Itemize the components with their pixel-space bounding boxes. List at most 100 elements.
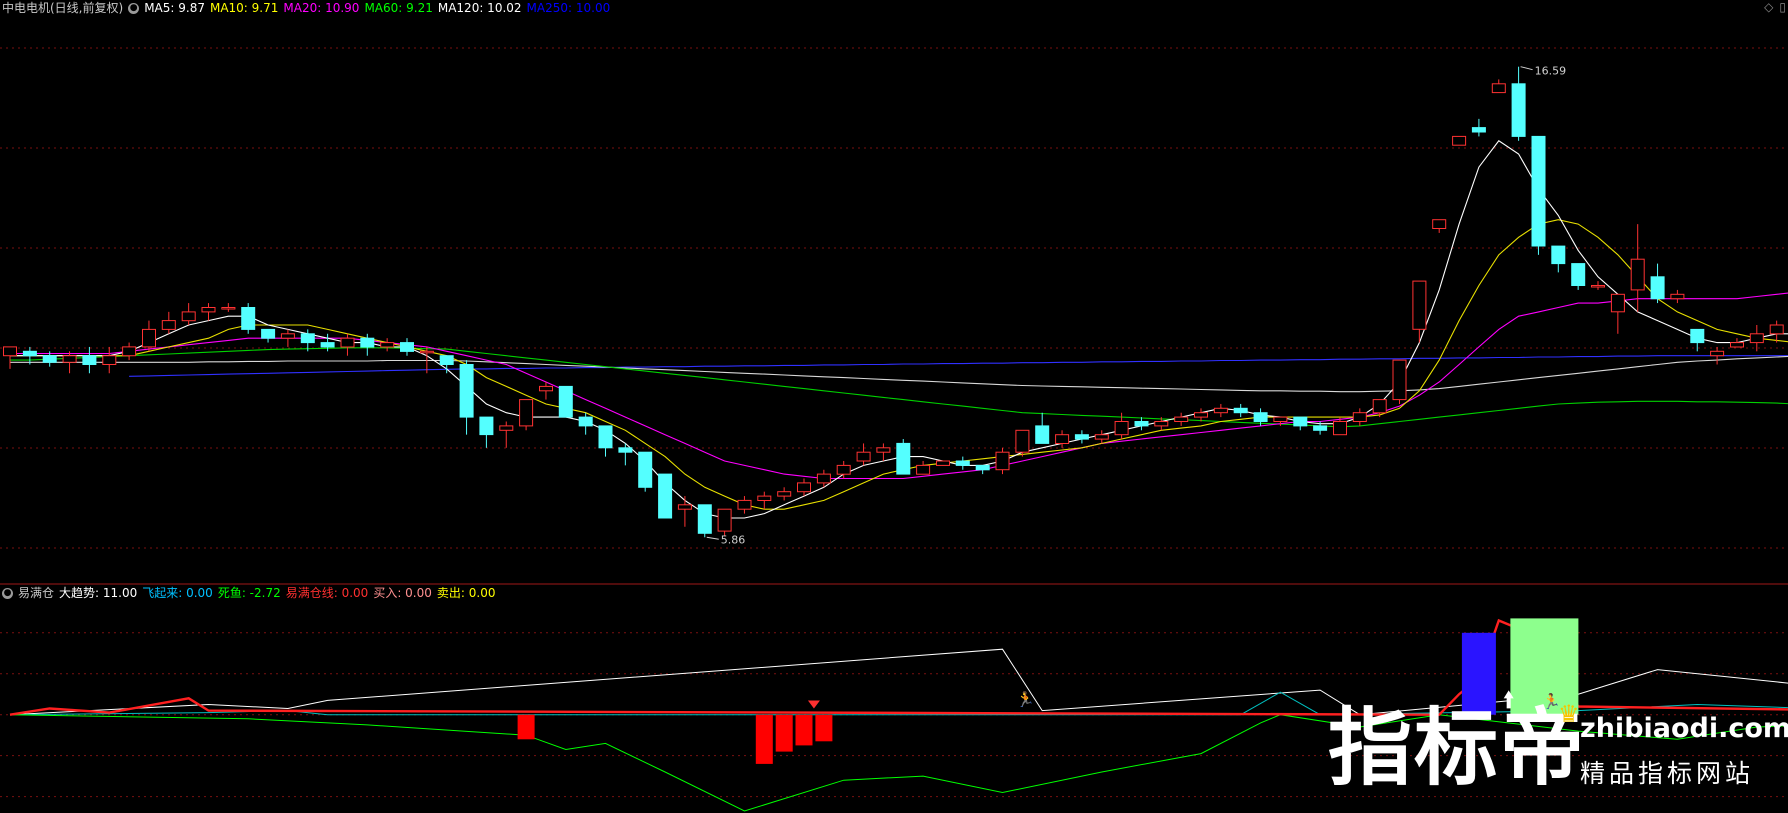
crown-icon: ♛ — [1558, 700, 1580, 728]
candle — [1610, 293, 1625, 334]
down-candle-body — [300, 333, 315, 344]
up-candle-body — [201, 307, 216, 313]
ma120-label: MA120: 10.02 — [437, 1, 522, 15]
candle — [459, 360, 474, 435]
down-candle-body — [400, 342, 414, 352]
candle — [578, 412, 593, 435]
runner-icon: 🏃 — [1016, 690, 1035, 708]
up-candle-body — [1412, 280, 1427, 330]
candle — [161, 311, 176, 334]
up-candle-body — [757, 495, 772, 502]
up-candle-body — [1452, 135, 1467, 146]
candle — [1670, 289, 1685, 304]
up-candle-body — [1194, 412, 1208, 418]
down-candle-body — [955, 460, 970, 466]
candle — [181, 303, 196, 326]
up-candle-body — [1610, 293, 1625, 313]
sell-label: 卖出: 0.00 — [436, 586, 496, 600]
ma20-label: MA20: 10.90 — [283, 1, 360, 15]
up-candle-body — [876, 447, 891, 453]
candle — [658, 473, 673, 519]
candle — [142, 320, 156, 352]
candle — [439, 355, 454, 374]
candle — [1452, 135, 1467, 146]
settings-icon[interactable]: ● — [128, 2, 140, 14]
watermark: 指标帝 ♛ zhibiaodi.com 精品指标网站 — [1328, 700, 1788, 800]
up-candle-body — [916, 464, 931, 475]
down-candle-body — [82, 355, 97, 366]
down-candle-body — [896, 442, 911, 475]
indicator-name: 易满仓 — [18, 586, 55, 600]
up-candle-body — [1154, 421, 1169, 427]
dead-fish-label: 死鱼: -2.72 — [217, 586, 281, 600]
up-candle-body — [419, 350, 434, 354]
up-candle-body — [995, 451, 1010, 471]
ma250-label: MA250: 10.00 — [526, 1, 611, 15]
candle — [856, 443, 871, 466]
candle — [1015, 429, 1030, 457]
candle — [1551, 245, 1566, 273]
indicator-bar — [795, 714, 813, 746]
trend-label: 大趋势: 11.00 — [59, 586, 138, 600]
candle — [1471, 118, 1486, 137]
up-candle-body — [936, 460, 950, 466]
up-candle-body — [181, 311, 196, 322]
up-candle-body — [380, 342, 395, 348]
candle — [261, 328, 276, 343]
candle — [479, 416, 494, 448]
up-candle-body — [1730, 342, 1744, 348]
candle — [539, 382, 553, 400]
candle — [3, 346, 17, 369]
ma250-line — [129, 355, 1788, 377]
candle — [1194, 408, 1208, 422]
candle — [340, 333, 355, 356]
candle — [1571, 263, 1586, 290]
down-candle-body — [1253, 412, 1268, 423]
up-candle-body — [797, 482, 811, 493]
up-candle-body — [340, 337, 355, 348]
chart-canvas[interactable]: 16.59 5.86 🏃 🏃 — [0, 0, 1788, 813]
window-controls: ◇ ▯ — [1764, 0, 1786, 14]
price-annotations: 16.59 5.86 — [706, 65, 1566, 546]
candle — [1392, 359, 1407, 404]
candlesticks[interactable] — [3, 66, 1788, 538]
watermark-subtitle: 精品指标网站 — [1580, 759, 1755, 788]
layout-icon[interactable]: ▯ — [1779, 0, 1786, 14]
up-candle-body — [836, 464, 851, 475]
down-candle-body — [578, 416, 593, 427]
down-candle-body — [1571, 263, 1586, 287]
candle — [1749, 325, 1764, 352]
low-pointer — [706, 536, 719, 540]
up-candle-body — [539, 385, 553, 392]
candle — [1134, 417, 1149, 431]
candle — [757, 491, 772, 510]
diamond-icon[interactable]: ◇ — [1764, 0, 1773, 14]
up-candle-body — [1670, 293, 1685, 300]
down-candle-body — [1313, 425, 1328, 431]
candle — [558, 385, 573, 418]
candle — [896, 439, 911, 475]
down-candle-body — [22, 350, 37, 357]
candle — [221, 303, 236, 312]
candle — [598, 425, 613, 457]
up-candle-body — [1333, 421, 1347, 436]
candle — [519, 399, 534, 431]
high-pointer — [1520, 66, 1533, 71]
down-candle-body — [241, 307, 256, 330]
fly-label: 飞起来: 0.00 — [142, 586, 213, 600]
candle — [1074, 430, 1089, 444]
candle — [102, 346, 117, 374]
candle — [955, 456, 970, 470]
settings-icon[interactable]: ● — [2, 587, 13, 599]
down-candle-body — [618, 447, 633, 453]
candle — [717, 508, 732, 536]
up-candle-body — [1630, 258, 1645, 291]
candle — [62, 351, 77, 374]
watermark-site: zhibiaodi.com — [1580, 713, 1788, 744]
up-candle-body — [1273, 416, 1288, 423]
down-candle-body — [598, 425, 613, 449]
up-candle-body — [499, 425, 514, 431]
down-candle-body — [1134, 421, 1149, 427]
candle — [1233, 403, 1248, 418]
up-candle-body — [1094, 434, 1109, 440]
